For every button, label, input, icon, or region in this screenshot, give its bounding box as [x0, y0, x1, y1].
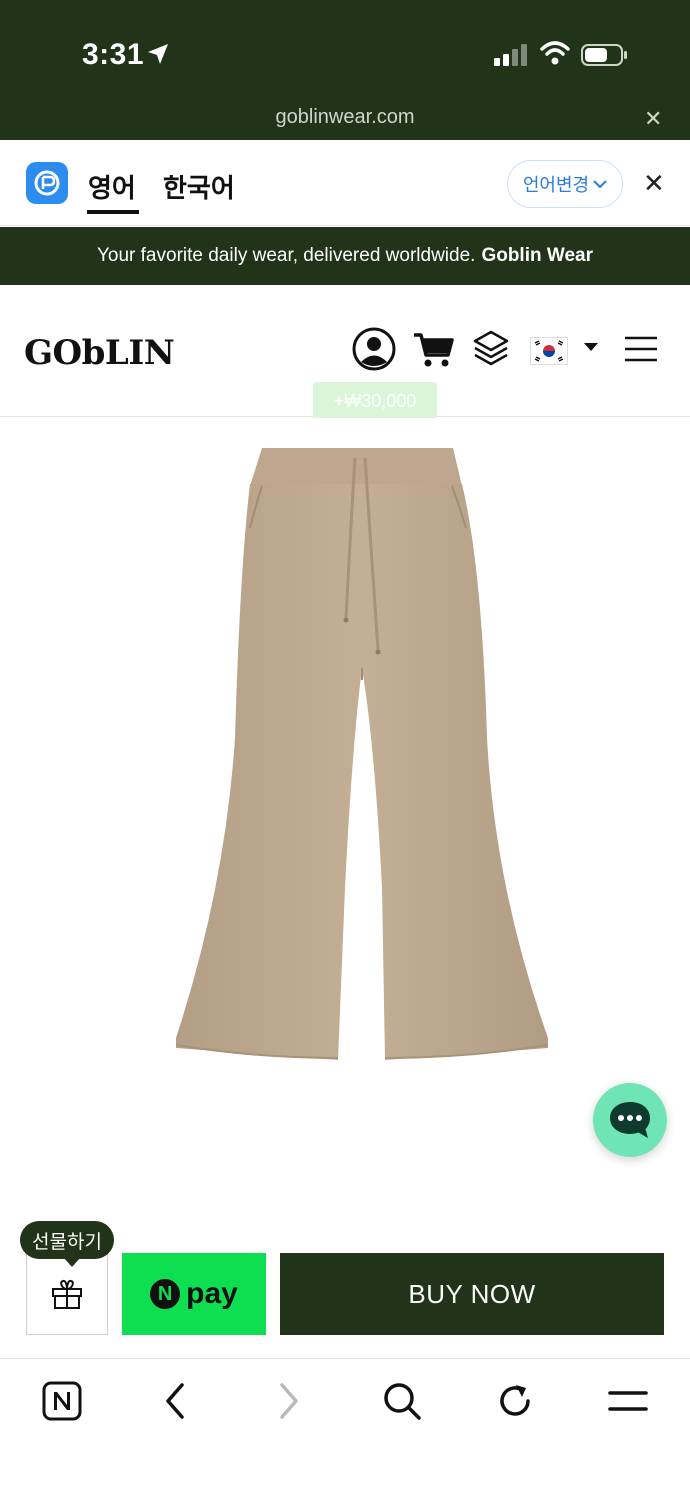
site-header: GObLIN +₩30,000: [0, 285, 690, 420]
chat-button[interactable]: [593, 1083, 667, 1157]
close-icon[interactable]: ✕: [643, 170, 665, 196]
naver-icon[interactable]: [42, 1381, 82, 1421]
pants-illustration: [175, 448, 549, 1060]
url-display[interactable]: goblinwear.com: [0, 106, 690, 129]
banner-brand: Goblin Wear: [481, 245, 593, 266]
clock: 3:31: [82, 38, 145, 71]
menu-icon[interactable]: [624, 335, 658, 363]
battery-icon: [581, 44, 627, 66]
tab-korean[interactable]: 한국어: [163, 168, 235, 205]
gift-icon: [52, 1279, 82, 1309]
npay-button[interactable]: N pay: [122, 1253, 266, 1335]
close-icon[interactable]: ✕: [644, 108, 662, 130]
layers-icon[interactable]: [472, 329, 510, 369]
refresh-icon[interactable]: [496, 1381, 534, 1421]
gift-tooltip: 선물하기: [20, 1221, 114, 1267]
active-tab-indicator: [87, 210, 139, 214]
cart-icon[interactable]: [412, 331, 454, 369]
back-icon[interactable]: [160, 1381, 190, 1421]
naver-n-icon: N: [150, 1279, 181, 1309]
reward-badge: +₩30,000: [313, 382, 437, 420]
translate-logo-icon: [26, 162, 68, 204]
browser-nav: [0, 1358, 690, 1500]
banner-text: Your favorite daily wear, delivered worl…: [96, 245, 476, 266]
cellular-signal-icon: [494, 44, 527, 66]
user-icon[interactable]: [352, 327, 396, 371]
tab-english[interactable]: 영어: [88, 168, 136, 205]
search-icon[interactable]: [382, 1381, 422, 1421]
chevron-down-icon: [593, 180, 607, 189]
wifi-icon: [540, 41, 570, 65]
change-language-label: 언어변경: [522, 175, 590, 195]
location-arrow-icon: [148, 44, 168, 64]
caret-down-icon[interactable]: [584, 343, 598, 351]
chat-bubble-icon: [610, 1102, 650, 1138]
status-bar: 3:31 goblinwear.com ✕: [0, 0, 690, 140]
brand-logo[interactable]: GObLIN: [24, 333, 175, 373]
forward-icon[interactable]: [274, 1381, 304, 1421]
korea-flag-icon[interactable]: [530, 337, 568, 365]
translate-bar: 영어 한국어 언어변경 ✕: [0, 140, 690, 226]
product-image[interactable]: [0, 418, 690, 1233]
change-language-button[interactable]: 언어변경: [507, 160, 623, 208]
npay-label: pay: [186, 1277, 238, 1310]
menu-icon[interactable]: [608, 1381, 648, 1421]
buy-now-button[interactable]: BUY NOW: [280, 1253, 664, 1335]
promo-banner: Your favorite daily wear, delivered worl…: [0, 227, 690, 285]
